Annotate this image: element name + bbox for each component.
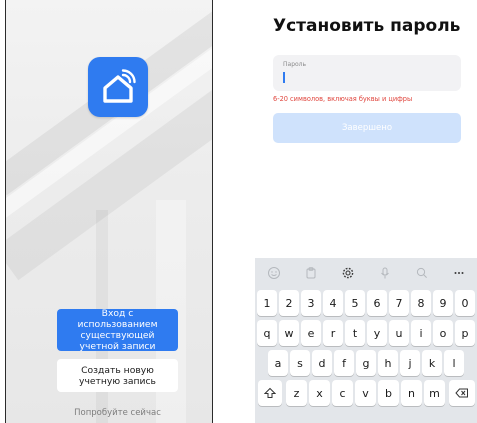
- key-z[interactable]: z: [286, 380, 307, 406]
- welcome-screen: Вход с использованием существующей учетн…: [5, 0, 213, 423]
- password-input[interactable]: Пароль: [273, 55, 461, 91]
- try-now-link[interactable]: Попробуйте сейчас: [46, 408, 189, 418]
- key-c[interactable]: c: [332, 380, 353, 406]
- smart-home-logo-icon: [88, 57, 148, 117]
- key-1[interactable]: 1: [257, 290, 277, 316]
- done-button[interactable]: Завершено: [273, 113, 461, 143]
- key-6[interactable]: 6: [367, 290, 387, 316]
- key-7[interactable]: 7: [389, 290, 409, 316]
- keyboard-row-3: zxcvbnm: [255, 380, 477, 410]
- microphone-icon[interactable]: [374, 262, 396, 284]
- key-n[interactable]: n: [401, 380, 422, 406]
- clipboard-icon[interactable]: [300, 262, 322, 284]
- search-icon[interactable]: [411, 262, 433, 284]
- more-icon[interactable]: [448, 262, 470, 284]
- key-b[interactable]: b: [378, 380, 399, 406]
- emoji-icon[interactable]: [263, 262, 285, 284]
- key-8[interactable]: 8: [411, 290, 431, 316]
- page-title: Установить пароль: [273, 16, 461, 36]
- key-2[interactable]: 2: [279, 290, 299, 316]
- keyboard-row-numbers: 1234567890: [255, 290, 477, 320]
- text-caret: [283, 72, 285, 83]
- key-o[interactable]: o: [433, 320, 453, 346]
- key-y[interactable]: y: [367, 320, 387, 346]
- key-d[interactable]: d: [312, 350, 332, 376]
- key-v[interactable]: v: [355, 380, 376, 406]
- key-a[interactable]: a: [268, 350, 288, 376]
- key-x[interactable]: x: [309, 380, 330, 406]
- key-i[interactable]: i: [411, 320, 431, 346]
- key-5[interactable]: 5: [345, 290, 365, 316]
- set-password-screen: Установить пароль Пароль 6-20 символов, …: [255, 0, 477, 423]
- key-w[interactable]: w: [279, 320, 299, 346]
- key-l[interactable]: l: [444, 350, 464, 376]
- create-account-button[interactable]: Создать новую учетную запись: [57, 359, 178, 392]
- password-hint: 6-20 символов, включая буквы и цифры: [273, 95, 413, 103]
- keyboard-row-2: asdfghjkl: [255, 350, 477, 380]
- password-label: Пароль: [283, 61, 307, 68]
- key-p[interactable]: p: [455, 320, 475, 346]
- login-existing-account-button[interactable]: Вход с использованием существующей учетн…: [57, 308, 178, 352]
- key-j[interactable]: j: [400, 350, 420, 376]
- key-q[interactable]: q: [257, 320, 277, 346]
- key-t[interactable]: t: [345, 320, 365, 346]
- key-g[interactable]: g: [356, 350, 376, 376]
- key-e[interactable]: e: [301, 320, 321, 346]
- key-f[interactable]: f: [334, 350, 354, 376]
- key-u[interactable]: u: [389, 320, 409, 346]
- key-s[interactable]: s: [290, 350, 310, 376]
- on-screen-keyboard: 1234567890 qwertyuiop asdfghjkl zxcvbnm: [255, 258, 477, 423]
- key-3[interactable]: 3: [301, 290, 321, 316]
- backspace-key-icon[interactable]: [449, 380, 475, 406]
- key-r[interactable]: r: [323, 320, 343, 346]
- key-k[interactable]: k: [422, 350, 442, 376]
- key-0[interactable]: 0: [455, 290, 475, 316]
- shift-key-icon[interactable]: [258, 380, 282, 406]
- keyboard-row-1: qwertyuiop: [255, 320, 477, 350]
- key-9[interactable]: 9: [433, 290, 453, 316]
- gear-icon[interactable]: [337, 262, 359, 284]
- keyboard-toolbar: [255, 258, 477, 288]
- key-h[interactable]: h: [378, 350, 398, 376]
- key-m[interactable]: m: [424, 380, 445, 406]
- key-4[interactable]: 4: [323, 290, 343, 316]
- stage: Вход с использованием существующей учетн…: [0, 0, 477, 423]
